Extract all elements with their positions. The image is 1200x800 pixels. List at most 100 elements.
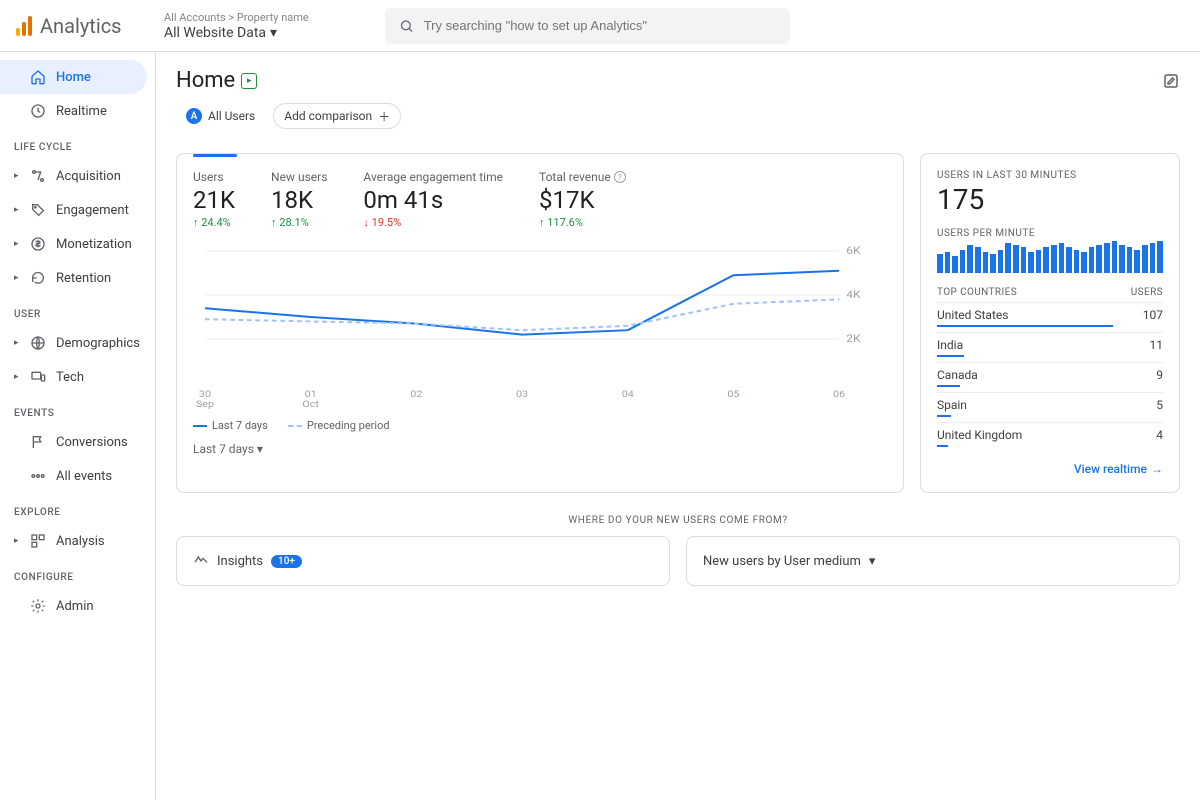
country-bar (937, 355, 964, 357)
nav-realtime[interactable]: Realtime (0, 94, 155, 128)
legend-preceding: Preceding period (288, 419, 390, 432)
spark-bar (1036, 250, 1042, 273)
chevron-right-icon: ▸ (14, 239, 20, 249)
svg-text:05: 05 (727, 390, 740, 400)
nav-label: All events (56, 469, 112, 484)
nav-engagement[interactable]: ▸ Engagement (0, 193, 155, 227)
nav-home[interactable]: Home (0, 60, 147, 94)
spark-bar (998, 250, 1004, 273)
new-users-card[interactable]: New users by User medium ▾ (686, 536, 1180, 586)
nav-all-events[interactable]: All events (0, 459, 155, 493)
help-icon[interactable]: ? (614, 171, 626, 183)
svg-text:03: 03 (516, 390, 528, 400)
spark-bar (1134, 250, 1140, 273)
spark-bar (1066, 247, 1072, 273)
spark-bar (1028, 252, 1034, 273)
country-users: 5 (1156, 398, 1163, 412)
globe-icon (30, 335, 46, 351)
nav-label: Tech (56, 370, 84, 385)
spark-bar (967, 245, 973, 273)
spark-bar (1096, 245, 1102, 273)
stat-label: Users (193, 170, 235, 184)
section-question: WHERE DO YOUR NEW USERS COME FROM? (176, 515, 1180, 526)
stat-label: Total revenue? (539, 170, 626, 184)
main-content: Home ▸ A All Users Add comparison ＋ Us (156, 52, 1200, 800)
breadcrumb: All Accounts > Property name (164, 11, 309, 24)
nav-label: Analysis (56, 534, 105, 549)
spark-bar (1043, 247, 1049, 273)
logo[interactable]: Analytics (16, 14, 148, 38)
analysis-icon (30, 533, 46, 549)
chip-label: Add comparison (284, 109, 372, 123)
svg-text:04: 04 (622, 390, 635, 400)
customize-icon[interactable] (1162, 72, 1180, 90)
home-icon (30, 69, 46, 85)
chevron-right-icon: ▸ (14, 338, 20, 348)
stat-delta: ↑ 24.4% (193, 216, 235, 229)
add-comparison-button[interactable]: Add comparison ＋ (273, 103, 401, 129)
search-bar[interactable] (385, 8, 791, 44)
stat-3[interactable]: Total revenue? $17K ↑ 117.6% (539, 170, 626, 229)
date-range-selector[interactable]: Last 7 days ▾ (193, 442, 263, 456)
spark-bar (952, 256, 958, 273)
nav-monetization[interactable]: ▸ Monetization (0, 227, 155, 261)
country-users: 107 (1143, 308, 1163, 322)
nav-retention[interactable]: ▸ Retention (0, 261, 155, 295)
nav-section-user: USER (0, 295, 155, 326)
stat-value: 18K (271, 186, 327, 214)
segment-badge-icon: A (186, 108, 202, 124)
country-row: United Kingdom4 (937, 422, 1163, 452)
chevron-right-icon: ▸ (14, 273, 20, 283)
country-users: 9 (1156, 368, 1163, 382)
nav-label: Engagement (56, 203, 129, 218)
all-users-chip[interactable]: A All Users (176, 103, 265, 129)
nav-admin[interactable]: Admin (0, 589, 155, 623)
clock-icon (30, 103, 46, 119)
spark-bar (983, 252, 989, 273)
nav-conversions[interactable]: Conversions (0, 425, 155, 459)
svg-text:06: 06 (833, 390, 846, 400)
analytics-logo-icon (16, 16, 32, 36)
comparison-filters: A All Users Add comparison ＋ (176, 103, 1180, 129)
insights-card[interactable]: Insights 10+ (176, 536, 670, 586)
legend-last7: Last 7 days (193, 419, 268, 432)
spark-bar (1059, 243, 1065, 273)
nav-demographics[interactable]: ▸ Demographics (0, 326, 155, 360)
property-name[interactable]: All Website Data ▾ (164, 25, 309, 41)
nav-analysis[interactable]: ▸ Analysis (0, 524, 155, 558)
country-row: India11 (937, 332, 1163, 362)
nav-label: Acquisition (56, 169, 121, 184)
country-name: United Kingdom (937, 428, 1022, 442)
stat-0[interactable]: Users 21K ↑ 24.4% (193, 170, 235, 229)
nav-acquisition[interactable]: ▸ Acquisition (0, 159, 155, 193)
spark-bar (1112, 241, 1118, 273)
dollar-icon (30, 236, 46, 252)
country-row: United States107 (937, 302, 1163, 332)
svg-text:01: 01 (305, 390, 317, 400)
country-bar (937, 385, 960, 387)
country-bar (937, 325, 1113, 327)
nav-section-lifecycle: LIFE CYCLE (0, 128, 155, 159)
account-selector[interactable]: All Accounts > Property name All Website… (164, 11, 309, 41)
country-name: Canada (937, 368, 978, 382)
view-realtime-link[interactable]: View realtime → (937, 462, 1163, 476)
nav-tech[interactable]: ▸ Tech (0, 360, 155, 394)
stat-value: 0m 41s (363, 186, 503, 214)
stat-delta: ↑ 117.6% (539, 216, 626, 229)
gear-icon (30, 598, 46, 614)
chevron-right-icon: ▸ (14, 372, 20, 382)
events-icon (30, 468, 46, 484)
nav-label: Home (56, 70, 91, 85)
stat-2[interactable]: Average engagement time 0m 41s ↓ 19.5% (363, 170, 503, 229)
stat-label: New users (271, 170, 327, 184)
search-input[interactable] (424, 18, 777, 33)
chevron-down-icon: ▾ (257, 442, 263, 456)
stat-1[interactable]: New users 18K ↑ 28.1% (271, 170, 327, 229)
chevron-right-icon: ▸ (14, 536, 20, 546)
spark-bar (1157, 241, 1163, 273)
chevron-right-icon: ▸ (14, 171, 20, 181)
svg-text:30: 30 (199, 390, 211, 400)
svg-text:4K: 4K (846, 289, 860, 301)
insights-label: Insights (217, 554, 263, 569)
spark-bar (945, 252, 951, 273)
